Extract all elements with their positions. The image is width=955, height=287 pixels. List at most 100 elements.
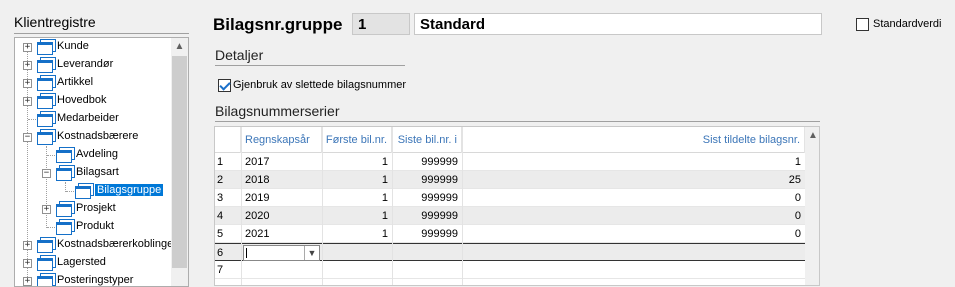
table-row[interactable]: 3 2019 1 999999 0 (215, 189, 805, 207)
folder-icon (56, 222, 72, 235)
expand-icon[interactable]: + (23, 259, 32, 268)
folder-icon (56, 150, 72, 163)
row-number: 3 (217, 192, 224, 204)
tree-item[interactable]: + Posteringstyper (15, 272, 171, 286)
tree-item-label: Leverandør (57, 58, 114, 70)
text-caret (246, 248, 247, 258)
cell-last[interactable]: 999999 (392, 225, 462, 243)
cell-year[interactable]: 2019 (241, 189, 322, 207)
cell-year[interactable]: 2018 (241, 171, 322, 189)
cell-first[interactable] (322, 244, 392, 262)
series-section-divider (215, 121, 820, 122)
tree-item[interactable]: + Leverandør (15, 56, 171, 74)
table-row[interactable]: 5 2021 1 999999 0 (215, 225, 805, 243)
table-row[interactable]: 7 (215, 261, 805, 279)
tree-item[interactable]: + Prosjekt (15, 200, 171, 218)
expand-icon[interactable]: + (23, 241, 32, 250)
grid-header: Regnskapsår Første bil.nr. Siste bil.nr.… (215, 127, 819, 153)
tree-item-label: Kostnadsbærere (57, 130, 139, 142)
table-row[interactable]: 2 2018 1 999999 25 (215, 171, 805, 189)
grid-scroll-up-icon[interactable]: ▲ (805, 127, 819, 144)
tree-item[interactable]: Bilagsgruppe (15, 182, 171, 200)
folder-icon (37, 78, 53, 91)
table-row[interactable]: 4 2020 1 999999 0 (215, 207, 805, 225)
expand-icon[interactable]: + (23, 79, 32, 88)
collapse-icon[interactable]: − (23, 133, 32, 142)
folder-icon (37, 132, 53, 145)
folder-icon (75, 186, 91, 199)
scroll-up-icon[interactable]: ▲ (171, 38, 188, 55)
standard-label: Standardverdi (873, 18, 942, 30)
cell-first[interactable]: 1 (322, 171, 392, 189)
table-row[interactable]: 1 2017 1 999999 1 (215, 153, 805, 171)
row-number: 5 (217, 228, 224, 240)
cell-first[interactable]: 1 (322, 153, 392, 171)
chevron-down-icon[interactable]: ▼ (304, 246, 319, 260)
table-row[interactable]: 6 ▼ (215, 243, 805, 261)
column-header-first[interactable]: Første bil.nr. (322, 127, 392, 153)
cell-last[interactable]: 999999 (392, 171, 462, 189)
tree-item[interactable]: + Kunde (15, 38, 171, 56)
collapse-icon[interactable]: − (42, 169, 51, 178)
grid-column-line (241, 127, 242, 285)
standard-checkbox[interactable] (856, 18, 869, 31)
row-number: 6 (217, 247, 224, 259)
column-header-last[interactable]: Siste bil.nr. i (392, 127, 462, 153)
group-name-field[interactable]: Standard (414, 13, 822, 35)
tree-item[interactable]: + Kostnadsbærerkoblinger (15, 236, 177, 254)
reuse-deleted-checkbox[interactable] (218, 79, 231, 92)
folder-icon (37, 42, 53, 55)
cell-first[interactable]: 1 (322, 207, 392, 225)
cell-first[interactable] (322, 261, 392, 279)
year-dropdown-editor[interactable]: ▼ (243, 245, 320, 261)
row-number: 2 (217, 174, 224, 186)
tree-item[interactable]: Produkt (15, 218, 171, 236)
cell-year[interactable]: 2021 (241, 225, 322, 243)
tree-item-label: Bilagsart (76, 166, 119, 178)
cell-first[interactable]: 1 (322, 225, 392, 243)
tree-item[interactable]: + Lagersted (15, 254, 171, 272)
cell-year[interactable]: 2017 (241, 153, 322, 171)
expand-icon[interactable]: + (23, 61, 32, 70)
reuse-deleted-label: Gjenbruk av slettede bilagsnummer (233, 79, 407, 91)
tree-item[interactable]: Medarbeider (15, 110, 171, 128)
cell-last[interactable]: 999999 (392, 189, 462, 207)
cell-last[interactable] (392, 244, 462, 262)
tree-item-label: Artikkel (57, 76, 94, 88)
cell-assigned[interactable] (462, 244, 805, 262)
tree-item[interactable]: − Kostnadsbærere (15, 128, 171, 146)
tree-item-label: Lagersted (57, 256, 106, 268)
scroll-thumb[interactable] (172, 56, 187, 268)
cell-last[interactable]: 999999 (392, 207, 462, 225)
cell-year[interactable] (241, 261, 322, 279)
tree-scrollbar[interactable]: ▲ (171, 38, 188, 286)
cell-first[interactable]: 1 (322, 189, 392, 207)
cell-assigned[interactable]: 25 (462, 171, 805, 189)
cell-assigned[interactable]: 1 (462, 153, 805, 171)
grid-scrollbar[interactable]: ▲ (805, 127, 819, 285)
cell-last[interactable] (392, 261, 462, 279)
expand-icon[interactable]: + (42, 205, 51, 214)
tree-item[interactable]: − Bilagsart (15, 164, 171, 182)
tree-item-label: Posteringstyper (57, 274, 134, 286)
cell-assigned[interactable] (462, 261, 805, 279)
folder-icon (56, 168, 72, 181)
voucher-series-grid[interactable]: Regnskapsår Første bil.nr. Siste bil.nr.… (214, 126, 820, 286)
cell-assigned[interactable]: 0 (462, 207, 805, 225)
expand-icon[interactable]: + (23, 43, 32, 52)
tree-item[interactable]: Avdeling (15, 146, 171, 164)
tree-item[interactable]: + Artikkel (15, 74, 171, 92)
cell-assigned[interactable]: 0 (462, 225, 805, 243)
tree-item-label: Hovedbok (57, 94, 107, 106)
tree-item-label: Kunde (57, 40, 89, 52)
client-registry-tree[interactable]: + Kunde + Leverandør + Artikkel + Hovedbok Medar… (14, 37, 189, 287)
column-header-assigned[interactable]: Sist tildelte bilagsnr. (462, 127, 805, 153)
column-header-year[interactable]: Regnskapsår (241, 127, 322, 153)
cell-year[interactable]: 2020 (241, 207, 322, 225)
tree-item[interactable]: + Hovedbok (15, 92, 171, 110)
row-number: 4 (217, 210, 224, 222)
cell-last[interactable]: 999999 (392, 153, 462, 171)
group-number-field[interactable]: 1 (352, 13, 410, 35)
cell-assigned[interactable]: 0 (462, 189, 805, 207)
expand-icon[interactable]: + (23, 97, 32, 106)
